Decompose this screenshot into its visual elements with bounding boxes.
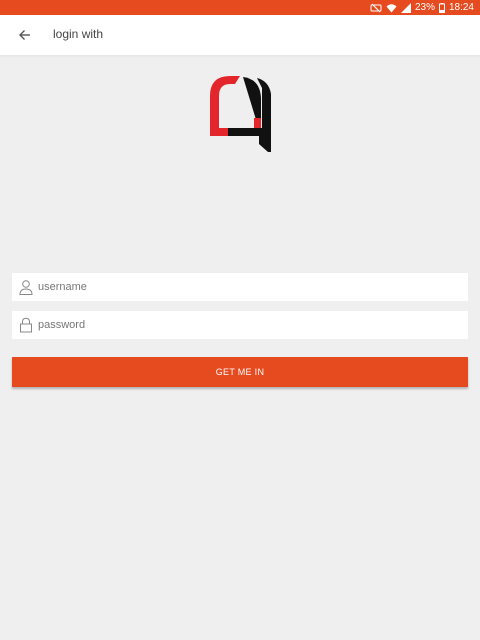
wifi-icon bbox=[386, 0, 397, 15]
password-field[interactable] bbox=[12, 311, 468, 339]
app-logo bbox=[207, 74, 273, 152]
page-title: login with bbox=[53, 27, 104, 41]
clock: 18:24 bbox=[448, 2, 474, 13]
app-bar: login with bbox=[0, 15, 480, 55]
username-input[interactable] bbox=[38, 273, 458, 301]
signal-icon bbox=[400, 0, 411, 15]
battery-percent: 23% bbox=[414, 2, 435, 13]
password-input[interactable] bbox=[38, 311, 458, 339]
mute-icon bbox=[370, 0, 382, 15]
status-bar: 23% 18:24 bbox=[0, 0, 480, 15]
username-field[interactable] bbox=[12, 273, 468, 301]
battery-icon bbox=[438, 0, 445, 15]
get-me-in-button[interactable]: GET ME IN bbox=[12, 357, 468, 387]
user-icon bbox=[19, 280, 33, 295]
lock-icon bbox=[20, 317, 32, 333]
back-button[interactable] bbox=[14, 24, 36, 46]
arrow-left-icon bbox=[19, 30, 30, 40]
